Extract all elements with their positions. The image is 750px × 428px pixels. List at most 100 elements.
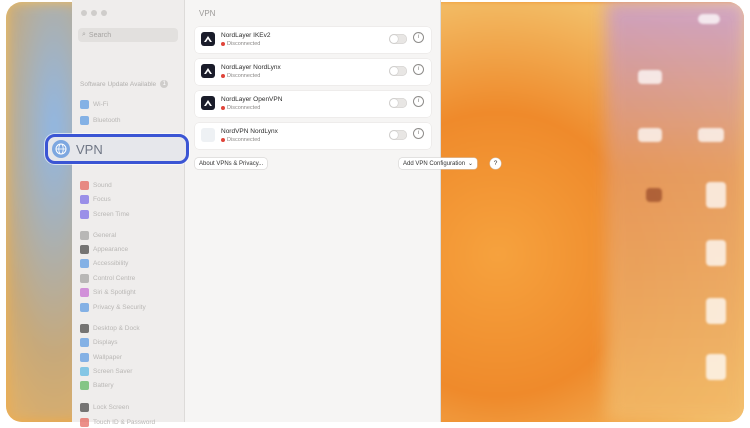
sidebar-item-label: Bluetooth [93,116,121,124]
hand-icon [80,302,89,312]
window-controls [81,10,107,16]
sidebar-item-appearance[interactable]: Appearance [80,243,128,255]
sidebar-item-label: Focus [93,195,111,203]
close-window-button[interactable] [81,10,87,16]
search-field[interactable]: ⌕ Search [78,28,178,42]
help-button[interactable]: ? [490,158,501,169]
sidebar-item-label: Control Centre [93,274,136,282]
sidebar-item-lock-screen[interactable]: Lock Screen [80,401,129,413]
sidebar-item-control-centre[interactable]: Control Centre [80,272,135,284]
add-vpn-label: Add VPN Configuration [403,160,466,167]
search-icon: ⌕ [82,31,86,38]
status-dot [221,42,225,46]
sidebar-item-vpn[interactable]: VPN [45,134,189,164]
nordlayer-icon [201,32,215,46]
sidebar-item-screen-saver[interactable]: Screen Saver [80,365,132,377]
vpn-name: NordVPN NordLynx [221,128,278,135]
vpn-status-text: Disconnected [227,105,261,111]
vpn-configuration-row[interactable]: NordLayer OpenVPN Disconnected i [195,91,431,117]
sidebar-item-label: Wallpaper [93,353,123,361]
screen-saver-icon [80,366,89,376]
vpn-status: Disconnected [221,41,260,47]
settings-window: ⌕ Search Software Update Available 1 Wi-… [72,0,501,427]
appearance-icon [80,244,89,254]
vpn-status-text: Disconnected [227,73,261,79]
sidebar-item-label: Sound [93,181,112,189]
sidebar-item-wi-fi[interactable]: Wi-Fi [80,98,108,110]
vpn-configuration-row[interactable]: NordVPN NordLynx Disconnected i [195,123,431,149]
minimize-window-button[interactable] [91,10,97,16]
dock-icon [80,323,89,333]
sidebar-item-touch-id-password[interactable]: Touch ID & Password [80,416,155,428]
desktop-icon[interactable] [706,240,726,266]
sidebar-item-label: Desktop & Dock [93,324,140,332]
add-vpn-configuration-button[interactable]: Add VPN Configuration ⌄ [399,158,478,169]
info-icon[interactable]: i [413,128,424,139]
info-icon[interactable]: i [413,64,424,75]
vpn-status: Disconnected [221,137,260,143]
globe-icon [52,140,70,158]
sidebar-item-label: Privacy & Security [93,303,146,311]
vpn-toggle[interactable] [389,34,407,44]
sidebar-item-label: Siri & Spotlight [93,288,136,296]
vpn-name: NordLayer IKEv2 [221,32,271,39]
vpn-toggle[interactable] [389,98,407,108]
control-centre-icon [80,273,89,283]
battery-icon [80,380,89,390]
update-count-badge: 1 [160,80,169,88]
sidebar-item-desktop-dock[interactable]: Desktop & Dock [80,322,140,334]
desktop-icon[interactable] [638,70,662,84]
desktop-icon[interactable] [706,298,726,324]
vpn-name: NordLayer NordLynx [221,64,281,71]
vpn-configuration-row[interactable]: NordLayer NordLynx Disconnected i [195,59,431,85]
software-update-item[interactable]: Software Update Available 1 [80,80,169,88]
search-placeholder: Search [88,31,112,39]
vpn-status-text: Disconnected [227,41,261,47]
desktop-icon[interactable] [706,182,726,208]
sidebar-item-label: Screen Saver [93,367,133,375]
desktop-icon[interactable] [698,128,724,142]
nordvpn-icon [201,128,215,142]
sound-icon [80,180,89,190]
info-icon[interactable]: i [413,32,424,43]
desktop-icon[interactable] [698,14,720,24]
sidebar-item-label: Touch ID & Password [93,418,156,426]
sidebar-item-bluetooth[interactable]: Bluetooth [80,114,120,126]
siri-icon [80,287,89,297]
vpn-toggle[interactable] [389,130,407,140]
page-title: VPN [199,9,216,18]
vpn-pane: VPN NordLayer IKEv2 Disconnected i NordLaye… [185,0,501,422]
settings-sidebar: ⌕ Search Software Update Available 1 Wi-… [72,0,185,427]
sidebar-item-siri-spotlight[interactable]: Siri & Spotlight [80,286,136,298]
desktop-icon[interactable] [638,128,662,142]
display-icon [80,337,89,347]
lock-icon [80,402,89,412]
sidebar-item-label: Battery [93,381,114,389]
nordlayer-icon [201,96,215,110]
sidebar-item-label: VPN [76,141,103,157]
about-vpn-privacy-button[interactable]: About VPNs & Privacy... [195,158,268,169]
sidebar-item-label: Lock Screen [93,403,130,411]
sidebar-item-privacy-security[interactable]: Privacy & Security [80,301,146,313]
info-icon[interactable]: i [413,96,424,107]
sidebar-item-label: Wi-Fi [93,100,109,108]
desktop-icon[interactable] [646,188,662,202]
vpn-toggle[interactable] [389,66,407,76]
bluetooth-icon [80,115,89,125]
sidebar-item-wallpaper[interactable]: Wallpaper [80,351,122,363]
wifi-icon [80,99,89,109]
sidebar-item-battery[interactable]: Battery [80,379,114,391]
status-dot [221,74,225,78]
sidebar-item-accessibility[interactable]: Accessibility [80,257,128,269]
zoom-window-button[interactable] [101,10,107,16]
sidebar-item-label: Screen Time [93,210,130,218]
desktop-icon[interactable] [706,354,726,380]
sidebar-item-focus[interactable]: Focus [80,193,111,205]
sidebar-item-general[interactable]: General [80,229,116,241]
status-dot [221,106,225,110]
vpn-configuration-row[interactable]: NordLayer IKEv2 Disconnected i [195,27,431,53]
sidebar-item-displays[interactable]: Displays [80,336,118,348]
sidebar-item-screen-time[interactable]: Screen Time [80,208,130,220]
sidebar-item-sound[interactable]: Sound [80,179,112,191]
chevron-down-icon: ⌄ [468,161,474,167]
